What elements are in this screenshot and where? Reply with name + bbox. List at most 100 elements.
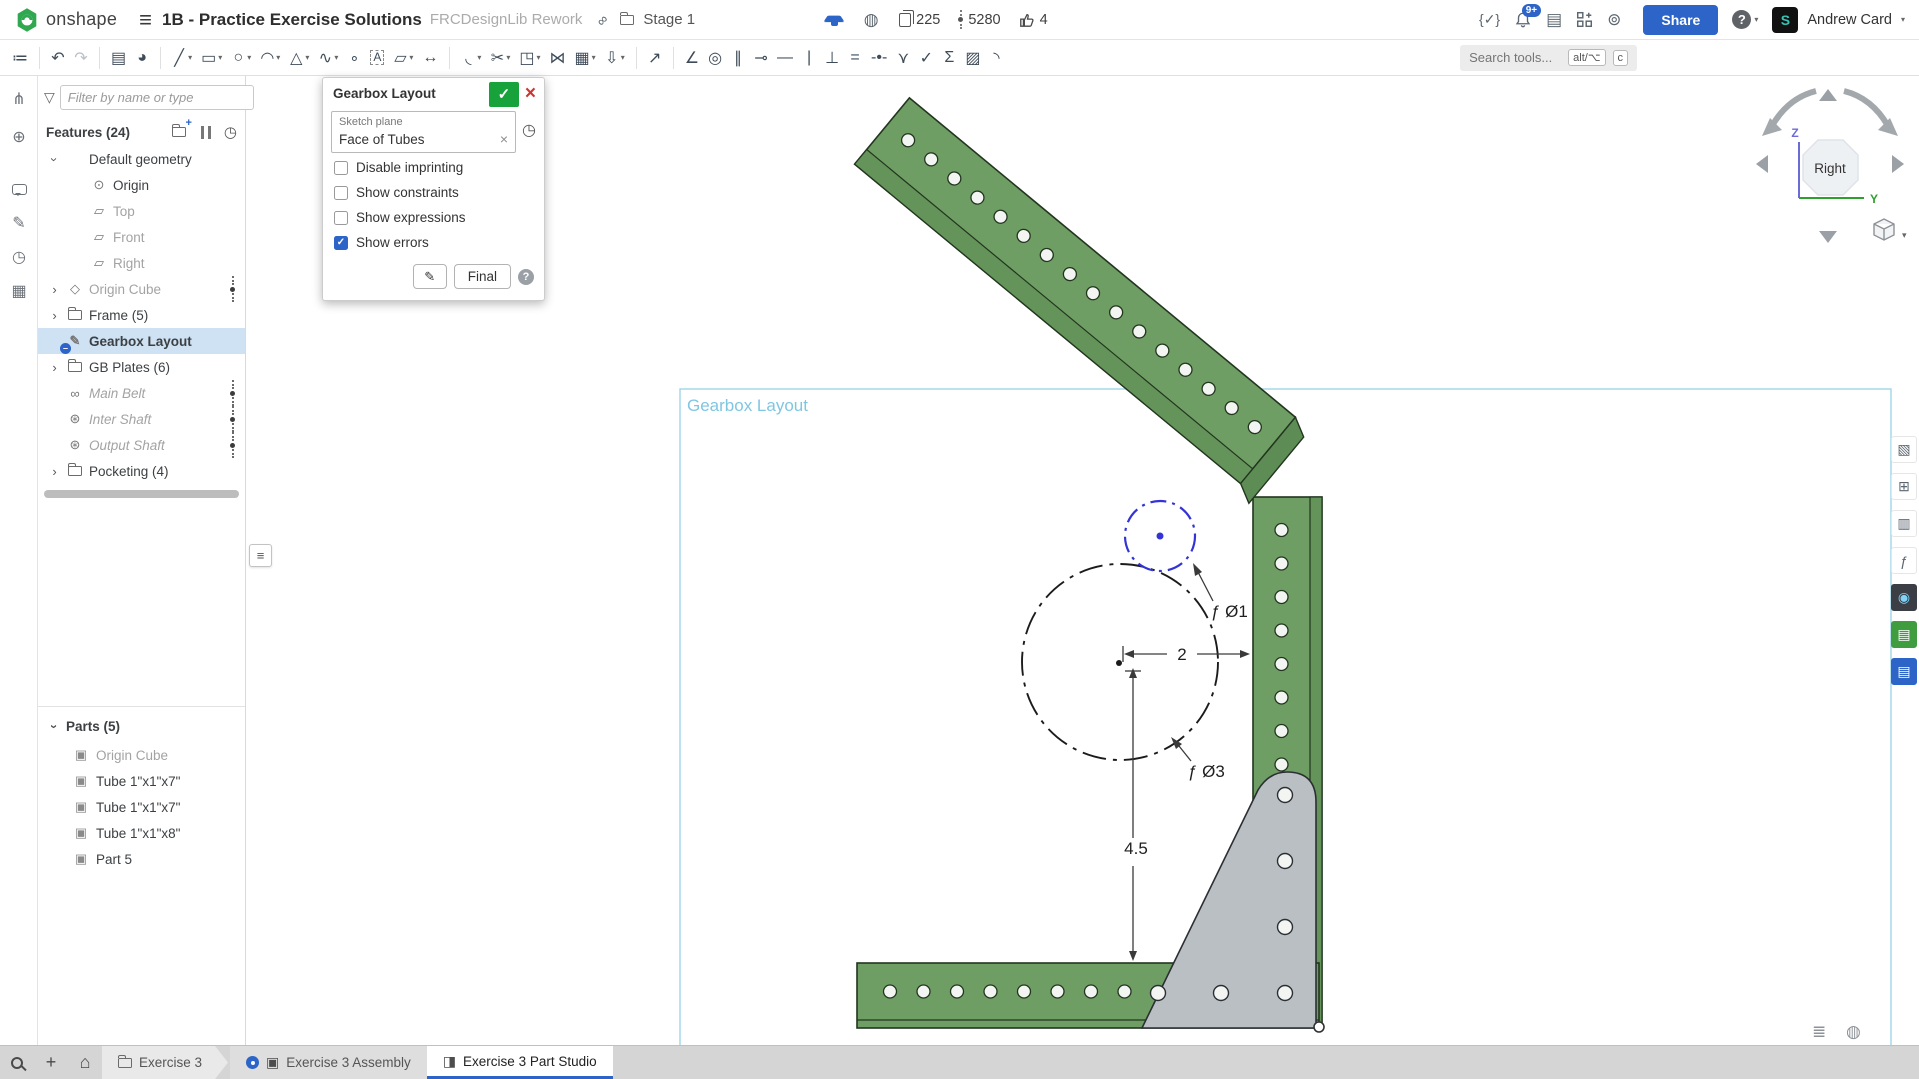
part-item-origin-cube-0[interactable]: ▣ Origin Cube [38,742,245,768]
suspend-rebuild-icon[interactable] [200,125,211,139]
feature-item-default-geometry[interactable]: › Default geometry [38,146,245,172]
home-icon[interactable]: ⌂ [68,1046,102,1079]
pierce-constraint-icon[interactable]: ⋎ [892,44,914,72]
equal-constraint-icon[interactable]: = [844,44,866,72]
feature-item-inter-shaft[interactable]: ⊛ Inter Shaft [38,406,245,432]
learning-center-icon[interactable]: ▤ [1891,621,1917,648]
gusset-plate[interactable] [1140,771,1317,1029]
follow-mode-icon[interactable]: ⊕ [8,126,30,148]
main-menu-icon[interactable]: ≡ [139,7,152,33]
midpoint-constraint-icon[interactable]: -•- [867,44,891,72]
clear-selection-icon[interactable]: × [500,131,508,147]
text-tool-icon[interactable]: A [366,44,388,72]
versions-check-icon[interactable]: {✓} [1479,11,1500,28]
slot-tool-icon[interactable]: ▱ ▾ [389,44,417,72]
chevron-icon[interactable]: › [48,360,61,375]
comments-icon[interactable] [8,178,30,200]
part-item-tube-1-x1-x8-3[interactable]: ▣ Tube 1"x1"x8" [38,820,245,846]
share-button[interactable]: Share [1643,4,1719,35]
help-menu[interactable]: ? ▾ [1732,10,1758,29]
polygon-tool-icon[interactable]: △ ▾ [285,44,313,72]
redo-icon[interactable]: ↷ [70,44,92,72]
new-tab-button[interactable]: + [34,1046,68,1079]
appearance-tool-icon[interactable]: ◕ [131,44,153,72]
chevron-icon[interactable]: › [47,720,62,733]
feature-item-main-belt[interactable]: ∞ Main Belt [38,380,245,406]
tables-icon[interactable]: ▦ [8,280,30,302]
arc-tool-icon[interactable]: ◠ ▾ [256,44,284,72]
panel-scrollbar[interactable] [44,490,239,498]
chevron-icon[interactable]: › [48,308,61,323]
curvature-comb-icon[interactable]: ◝ [985,44,1007,72]
folder-label[interactable]: Stage 1 [643,11,695,28]
feature-item-frame-5[interactable]: › Frame (5) [38,302,245,328]
checkbox-show-errors[interactable]: Show errors [323,230,544,255]
apps-grid-icon[interactable] [1576,11,1593,28]
circle-tool-icon[interactable]: ○ ▾ [227,44,255,72]
part-item-part-5-4[interactable]: ▣ Part 5 [38,846,245,872]
dimension-width2[interactable]: 2 [1122,645,1250,664]
final-button[interactable]: Final [453,264,511,289]
learning-assistant-icon[interactable]: ⊚ [1607,10,1621,30]
notifications-bell-icon[interactable]: 9+ [1514,3,1542,29]
point-tool-icon[interactable]: ∘ [343,44,365,72]
sketch-expressions-icon[interactable]: Σ [938,44,960,72]
construction-circle-d3[interactable] [1021,563,1219,761]
perspective-icon[interactable]: ◍ [1846,1022,1861,1042]
sketch-plane-field[interactable]: Sketch plane Face of Tubes × [331,111,517,153]
tasks-list-icon[interactable]: ▤ [1546,10,1562,30]
likes-stat[interactable]: 4 [1019,12,1048,28]
accept-button[interactable]: ✓ [488,81,519,107]
rotate-down-arrow[interactable] [1819,231,1837,243]
feature-item-origin-cube[interactable]: › ◇ Origin Cube [38,276,245,302]
document-title[interactable]: 1B - Practice Exercise Solutions [162,10,422,30]
trim-tool-icon[interactable]: ✂ ▾ [486,44,514,72]
search-tools-input[interactable] [1469,50,1562,65]
feedback-icon[interactable]: ✎ [8,212,30,234]
feature-item-gearbox-layout[interactable]: ✎ – Gearbox Layout [38,328,245,354]
rotate-ccw-arrow[interactable] [1769,88,1817,128]
perpendicular-constraint-icon[interactable]: ⊥ [821,44,843,72]
chevron-icon[interactable]: › [48,282,61,297]
parallel-constraint-icon[interactable]: ∥ [727,44,749,72]
appearance-panel-icon[interactable]: ▧ [1891,436,1917,463]
new-folder-icon[interactable] [170,117,192,141]
spline-tool-icon[interactable]: ∿ ▾ [314,44,342,72]
rectangle-tool-icon[interactable]: ▭ ▾ [197,44,226,72]
tube-diagonal[interactable] [848,96,1310,505]
import-dxf-icon[interactable]: ⇩ ▾ [601,44,629,72]
onshape-logo[interactable] [14,7,40,33]
rotate-cw-arrow[interactable] [1843,88,1891,128]
feature-item-output-shaft[interactable]: ⊛ Output Shaft [38,432,245,458]
shaded-view-icon[interactable]: ≣ [1812,1022,1826,1042]
offset-tool-icon[interactable]: ◳ ▾ [515,44,544,72]
rotate-left-arrow[interactable] [1756,155,1768,173]
pattern-tool-icon[interactable]: ▦ ▾ [571,44,600,72]
feature-list-flyout-button[interactable]: ≡ [249,544,272,567]
versions-icon[interactable]: ⋔ [8,88,30,110]
concentric-constraint-icon[interactable]: ◎ [704,44,726,72]
line-tool-icon[interactable]: ╱ ▾ [168,44,196,72]
dimension-diameter3[interactable]: ƒ Ø3 [1171,737,1225,781]
fix-constraint-icon[interactable]: ▨ [961,44,984,72]
rollback-history-icon[interactable]: ◷ [224,123,237,141]
checkbox-disable-imprinting[interactable]: Disable imprinting [323,155,544,180]
featurescript-panel-icon[interactable]: ƒ [1891,547,1917,574]
education-icon[interactable] [825,13,843,27]
feature-item-origin[interactable]: ⊙ Origin [38,172,245,198]
sketch-mode-button[interactable]: ✎ [412,264,447,289]
dimension-tool-icon[interactable]: ↔ [418,44,442,72]
ai-advisor-icon[interactable]: ◉ [1891,584,1917,611]
tab-search-icon[interactable] [0,1046,34,1079]
part-item-tube-1-x1-x7-1[interactable]: ▣ Tube 1"x1"x7" [38,768,245,794]
feature-item-gb-plates-6[interactable]: › GB Plates (6) [38,354,245,380]
tab-exercise-3[interactable]: Exercise 3 [102,1046,228,1079]
public-globe-icon[interactable]: ◍ [861,10,881,30]
feature-item-top[interactable]: ▱ Top [38,198,245,224]
dimension-diameter1[interactable]: ƒ Ø1 [1193,563,1248,621]
coincident-constraint-icon[interactable]: ∠ [681,44,703,72]
normal-constraint-icon[interactable]: ✓ [915,44,937,72]
selected-circle-d1[interactable] [1123,499,1197,573]
tangent-constraint-icon[interactable]: ⊸ [750,44,772,72]
rotate-up-arrow[interactable] [1819,89,1837,101]
